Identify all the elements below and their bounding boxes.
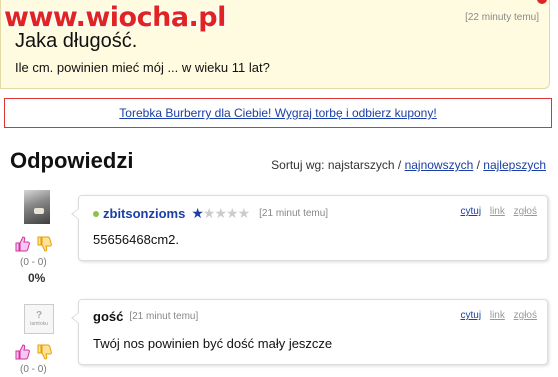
answer-actions: cytuj link zgłoś — [455, 206, 538, 217]
report-link[interactable]: zgłoś — [514, 310, 537, 321]
permalink[interactable]: link — [490, 206, 505, 217]
vote-count: (0 - 0) — [20, 257, 47, 268]
permalink[interactable]: link — [490, 310, 505, 321]
thumbs-up-icon[interactable] — [14, 236, 30, 252]
star-icon: ★ — [202, 205, 216, 221]
star-icon: ★ — [226, 205, 239, 221]
star-icon: ★ — [191, 205, 204, 221]
ad-link[interactable]: Torebka Burberry dla Ciebie! Wygraj torb… — [119, 106, 436, 120]
vote-controls — [14, 344, 52, 360]
guest-avatar: ? tamtoku — [24, 304, 54, 334]
rating-stars: ★★★★★ — [191, 205, 251, 222]
answers-heading: Odpowiedzi — [10, 148, 134, 173]
sort-label: Sortuj wg: najstarszych / — [271, 158, 402, 172]
answer-body: 55656468cm2. — [93, 232, 180, 247]
answer-card: zbitsonzioms ★★★★★ [21 minut temu] cytuj… — [71, 195, 548, 261]
quote-link[interactable]: cytuj — [461, 310, 482, 321]
vote-count: (0 - 0) — [20, 364, 47, 375]
answer-actions: cytuj link zgłoś — [455, 310, 538, 321]
vote-controls — [14, 236, 52, 252]
star-icon: ★ — [237, 205, 251, 221]
answer-header: gość [21 minut temu] — [93, 309, 198, 324]
avatar[interactable] — [24, 190, 50, 224]
question-timestamp: [22 minuty temu] — [465, 12, 539, 23]
avatar-caption: tamtoku — [30, 321, 48, 327]
sort-controls: Sortuj wg: najstarszych / najnowszych / … — [271, 158, 546, 172]
question-title: Jaka długość. — [15, 30, 138, 52]
quote-link[interactable]: cytuj — [461, 206, 482, 217]
answer-timestamp: [21 minut temu] — [259, 208, 329, 219]
watermark-logo: www.wiocha.pl — [4, 2, 226, 33]
author-name: gość — [93, 309, 124, 324]
answer-body: Twój nos powinien być dość mały jeszcze — [93, 336, 333, 351]
sort-best-link[interactable]: najlepszych — [483, 158, 546, 172]
ad-banner: Torebka Burberry dla Ciebie! Wygraj torb… — [4, 98, 552, 128]
answer-header: zbitsonzioms ★★★★★ [21 minut temu] — [93, 205, 328, 222]
star-icon: ★ — [214, 205, 227, 221]
answer-timestamp: [21 minut temu] — [129, 311, 199, 322]
sort-newest-link[interactable]: najnowszych — [405, 158, 474, 172]
report-link[interactable]: zgłoś — [514, 206, 537, 217]
question-mark-icon: ? — [35, 310, 43, 321]
vote-percent: 0% — [28, 271, 46, 285]
question-body: Ile cm. powinien mieć mój ... w wieku 11… — [15, 60, 270, 75]
thumbs-down-icon[interactable] — [36, 344, 52, 360]
answer-card: gość [21 minut temu] cytuj link zgłoś Tw… — [71, 299, 548, 365]
online-status-icon — [93, 210, 99, 217]
author-link[interactable]: zbitsonzioms — [103, 206, 185, 221]
sort-separator: / — [476, 158, 480, 172]
thumbs-up-icon[interactable] — [14, 344, 30, 360]
close-icon[interactable] — [537, 0, 547, 4]
thumbs-down-icon[interactable] — [36, 236, 52, 252]
